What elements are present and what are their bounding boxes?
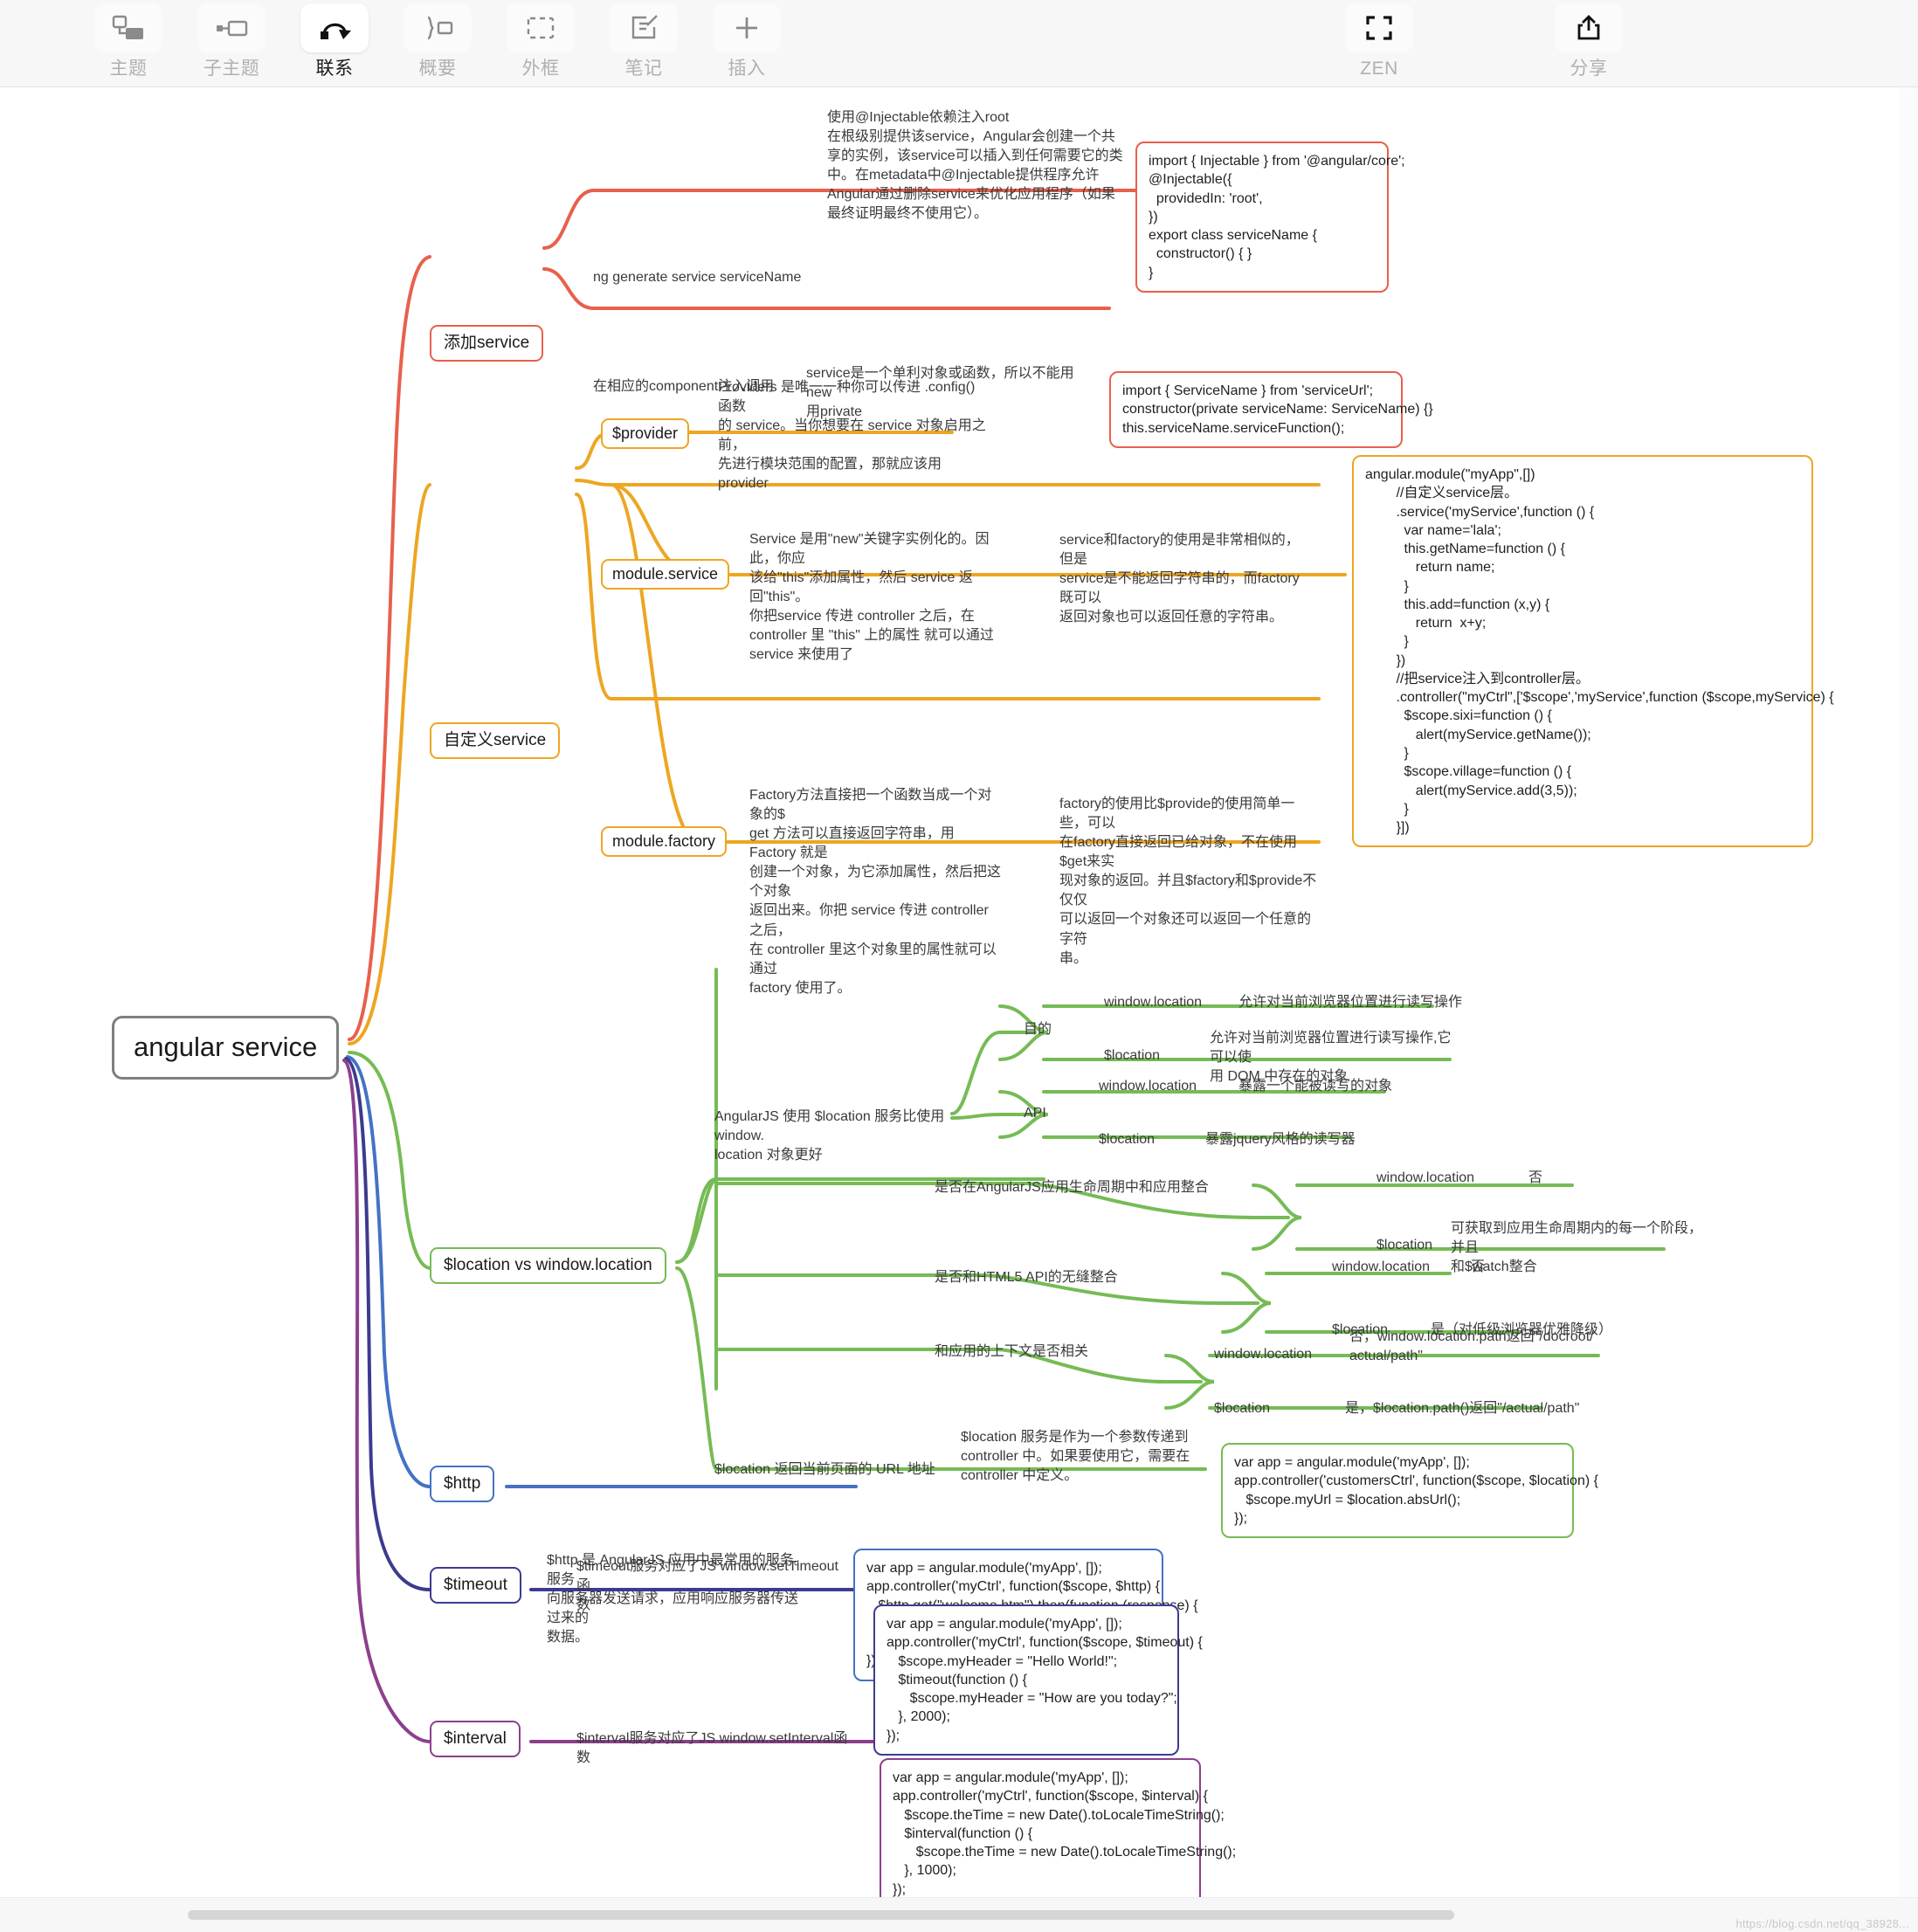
- horizontal-scrollbar[interactable]: [0, 1897, 1918, 1932]
- note-factory-vs-provide: factory的使用比$provide的使用简单一些，可以 在factory直接…: [1059, 797, 1317, 966]
- row4-window-label: window.location: [1214, 1347, 1313, 1362]
- code-inject-component[interactable]: import { ServiceName } from 'serviceUrl'…: [1109, 371, 1433, 448]
- node-custom-service[interactable]: 自定义service: [430, 722, 561, 759]
- row0-window-label: window.location: [1104, 995, 1203, 1010]
- node-location-vs-window[interactable]: $location vs window.location: [430, 1247, 666, 1284]
- code-injectable[interactable]: import { Injectable } from '@angular/cor…: [1135, 141, 1405, 293]
- node-module-service[interactable]: module.service: [601, 559, 730, 590]
- node-timeout[interactable]: $timeout: [430, 1567, 521, 1604]
- note-timeout: $timeout服务对应了JS window.setTimeout函 数: [576, 1559, 838, 1613]
- node-add-service[interactable]: 添加service: [430, 325, 544, 362]
- topic-button[interactable]: [94, 3, 162, 52]
- note-provider: Providers 是唯一一种你可以传进 .config() 函数 的 serv…: [718, 380, 986, 492]
- toolbar-item-note[interactable]: 笔记: [592, 0, 695, 87]
- toolbar-right-group-share: 分享: [1537, 0, 1640, 87]
- subtopic-icon: [217, 20, 248, 37]
- row2-window-label: window.location: [1376, 1170, 1475, 1185]
- root-node[interactable]: angular service: [112, 1016, 340, 1080]
- horizontal-scrollbar-thumb[interactable]: [188, 1910, 1454, 1920]
- note-interval: $interval服务对应了JS window.setInterval函数: [576, 1731, 848, 1766]
- row1-window-label: window.location: [1099, 1079, 1197, 1094]
- row1-location-label: $location: [1099, 1132, 1156, 1147]
- boundary-icon: [527, 17, 555, 39]
- row2-location-value: 可获取到应用生命周期内的每一个阶段，并且 和$watch整合: [1451, 1221, 1703, 1275]
- toolbar-label-share: 分享: [1570, 59, 1608, 79]
- row1-location-value: 暴露jquery风格的读写器: [1205, 1132, 1356, 1147]
- code-location[interactable]: var app = angular.module('myApp', []); a…: [1221, 1443, 1598, 1539]
- node-http[interactable]: $http: [430, 1466, 495, 1502]
- label-ng-generate: ng generate service serviceName: [593, 270, 802, 285]
- row0-location-label: $location: [1104, 1048, 1161, 1063]
- row0-window-value: 允许对当前浏览器位置进行读写操作: [1238, 995, 1463, 1010]
- note-module-factory: Factory方法直接把一个函数当成一个对象的$ get 方法可以直接返回字符串…: [749, 788, 1002, 996]
- node-module-factory[interactable]: module.factory: [601, 826, 728, 857]
- toolbar-item-insert[interactable]: 插入: [695, 0, 798, 87]
- toolbar: 主题 子主题 联系 概要 外框 笔记 插入 ZEN 分享: [0, 0, 1918, 87]
- zen-button[interactable]: [1345, 3, 1413, 52]
- code-timeout[interactable]: var app = angular.module('myApp', []); a…: [873, 1604, 1203, 1756]
- summary-button[interactable]: [404, 3, 472, 52]
- row2-location-label: $location: [1376, 1238, 1433, 1252]
- share-button[interactable]: [1555, 3, 1623, 52]
- toolbar-left-group: 主题 子主题 联系 概要 外框 笔记 插入: [77, 0, 798, 87]
- note-injectable: 使用@Injectable依赖注入root 在根级别提供该service，Ang…: [827, 110, 1123, 222]
- note-icon: [631, 15, 658, 39]
- row4-location-value: 是，$location.path()返回"/actual/path": [1345, 1401, 1580, 1416]
- row3-window-value: 否: [1471, 1259, 1486, 1274]
- row1-window-value: 暴露一个能被读写的对象: [1238, 1079, 1393, 1094]
- label-location-url: $location 返回当前页面的 URL 地址: [714, 1462, 935, 1477]
- toolbar-label-topic: 主题: [109, 59, 148, 79]
- toolbar-item-boundary[interactable]: 外框: [489, 0, 592, 87]
- row4-window-value: 否，window.location.path返回"/docroot/ actua…: [1349, 1329, 1594, 1364]
- toolbar-item-zen[interactable]: ZEN: [1328, 0, 1431, 87]
- toolbar-label-zen: ZEN: [1360, 59, 1398, 79]
- row4-location-label: $location: [1214, 1401, 1271, 1416]
- insert-button[interactable]: [713, 3, 781, 52]
- share-upload-icon: [1577, 15, 1600, 40]
- code-interval[interactable]: var app = angular.module('myApp', []); a…: [880, 1758, 1236, 1909]
- toolbar-label-relation: 联系: [315, 59, 354, 79]
- summary-icon: [427, 16, 453, 40]
- boundary-button[interactable]: [507, 3, 575, 52]
- mindmap-canvas[interactable]: angular service 添加service ng generate se…: [0, 87, 1918, 1909]
- toolbar-right-group-zen: ZEN: [1328, 0, 1431, 87]
- plus-icon: [736, 17, 757, 38]
- note-module-service: Service 是用"new"关键字实例化的。因此，你应 该给"this"添加属…: [749, 532, 994, 663]
- node-interval[interactable]: $interval: [430, 1721, 521, 1757]
- toolbar-label-note: 笔记: [624, 59, 663, 79]
- subtopic-button[interactable]: [197, 3, 266, 52]
- topic-context: 和应用的上下文是否相关: [935, 1344, 1089, 1359]
- toolbar-item-summary[interactable]: 概要: [386, 0, 489, 87]
- note-location-intro: AngularJS 使用 $location 服务比使用 window. loc…: [714, 1109, 945, 1163]
- topic-icon: [112, 15, 143, 39]
- toolbar-label-subtopic: 子主题: [203, 59, 260, 79]
- note-button[interactable]: [610, 3, 678, 52]
- vertical-scrollbar[interactable]: [1899, 87, 1918, 1897]
- code-custom-service[interactable]: angular.module("myApp",[]) //自定义service层…: [1352, 455, 1834, 848]
- note-service-vs-factory: service和factory的使用是非常相似的，但是 service是不能返回…: [1059, 533, 1300, 625]
- toolbar-label-summary: 概要: [418, 59, 457, 79]
- row3-window-label: window.location: [1332, 1259, 1431, 1274]
- node-provider[interactable]: $provider: [601, 418, 690, 449]
- toolbar-label-boundary: 外框: [521, 59, 560, 79]
- toolbar-label-insert: 插入: [728, 59, 766, 79]
- fullscreen-icon: [1366, 16, 1392, 40]
- note-location-url: $location 服务是作为一个参数传递到 controller 中。如果要使…: [961, 1430, 1190, 1484]
- topic-html5: 是否和HTML5 API的无缝整合: [935, 1270, 1118, 1285]
- relation-button[interactable]: [300, 3, 369, 52]
- topic-purpose: 目的: [1024, 1022, 1052, 1037]
- toolbar-item-share[interactable]: 分享: [1537, 0, 1640, 87]
- relation-arrow-icon: [321, 23, 351, 39]
- toolbar-item-topic[interactable]: 主题: [77, 0, 180, 87]
- topic-lifecycle: 是否在AngularJS应用生命周期中和应用整合: [935, 1180, 1209, 1195]
- toolbar-item-subtopic[interactable]: 子主题: [180, 0, 283, 87]
- watermark: https://blog.csdn.net/qq_38928...: [1735, 1917, 1909, 1930]
- row2-window-value: 否: [1528, 1170, 1543, 1185]
- topic-api: API: [1024, 1106, 1046, 1121]
- toolbar-item-relation[interactable]: 联系: [283, 0, 386, 87]
